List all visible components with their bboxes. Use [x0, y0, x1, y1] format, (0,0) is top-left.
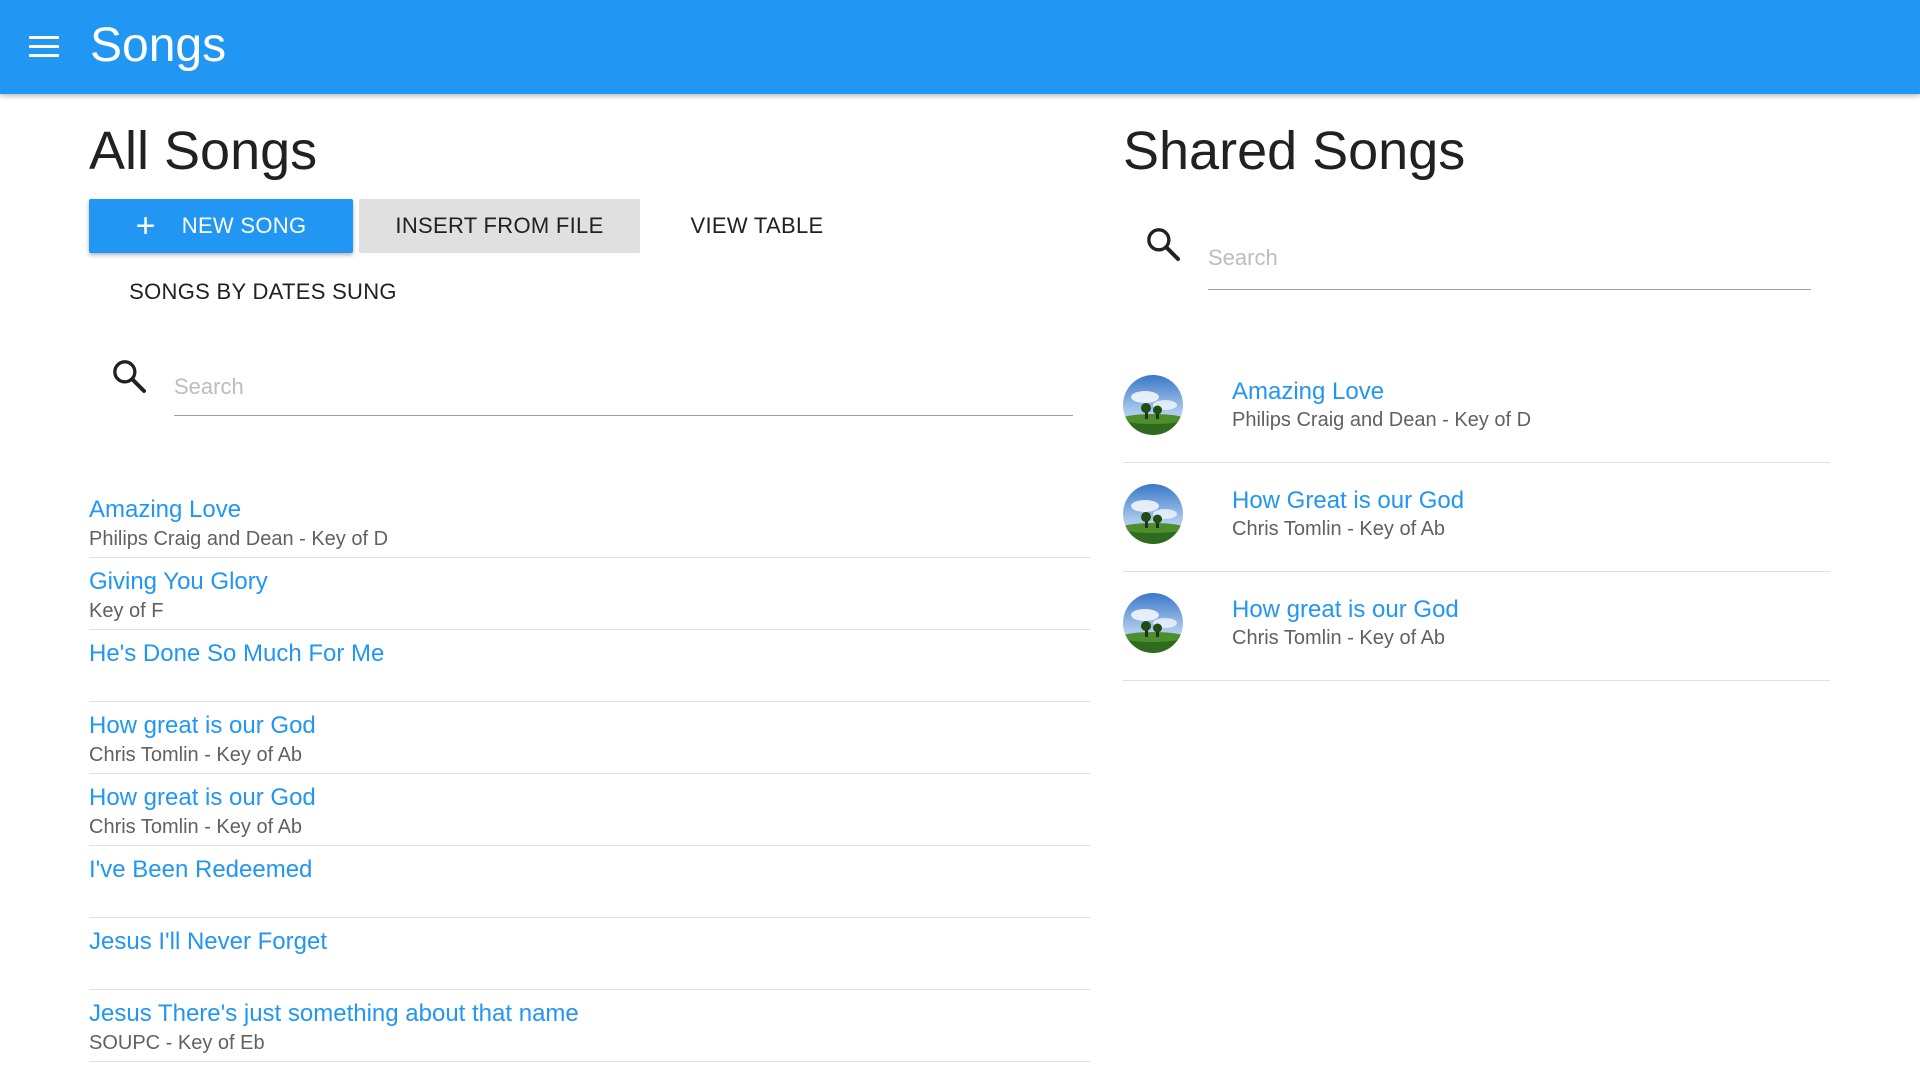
search-icon — [1147, 228, 1180, 261]
app-title: Songs — [90, 19, 227, 72]
view-table-button[interactable]: VIEW TABLE — [671, 199, 843, 253]
song-title[interactable]: How Great is our God — [1232, 487, 1464, 515]
song-avatar — [1123, 593, 1183, 653]
list-item[interactable]: How great is our God Chris Tomlin - Key o… — [89, 774, 1090, 846]
song-title[interactable]: How great is our God — [89, 784, 316, 812]
song-title[interactable]: Giving You Glory — [89, 568, 268, 596]
song-title[interactable]: I've Been Redeemed — [89, 856, 312, 884]
song-title[interactable]: Jesus I'll Never Forget — [89, 928, 327, 956]
shared-songs-search-input[interactable] — [1208, 226, 1811, 290]
song-title[interactable]: He's Done So Much For Me — [89, 640, 384, 668]
song-subtitle: Chris Tomlin - Key of Ab — [89, 816, 303, 838]
search-icon — [113, 360, 146, 393]
list-item[interactable]: How Great is our God Chris Tomlin - Key o… — [1123, 463, 1830, 572]
list-item[interactable]: How great is our God Chris Tomlin - Key o… — [89, 702, 1090, 774]
song-subtitle: SOUPC - Key of Eb — [89, 1032, 265, 1054]
list-item[interactable]: How great is our God Chris Tomlin - Key o… — [1123, 572, 1830, 681]
all-songs-search-input[interactable] — [174, 359, 1073, 416]
song-subtitle: Key of F — [89, 600, 164, 622]
song-title[interactable]: Jesus There's just something about that … — [89, 1000, 579, 1028]
list-item[interactable]: I've Been Redeemed — [89, 846, 1090, 918]
app-bar: Songs — [0, 0, 1920, 94]
list-item[interactable]: He's Done So Much For Me — [89, 630, 1090, 702]
song-avatar — [1123, 484, 1183, 544]
song-subtitle: Philips Craig and Dean - Key of D — [89, 528, 389, 550]
new-song-button[interactable]: + NEW SONG — [89, 199, 353, 253]
song-title[interactable]: How great is our God — [89, 712, 316, 740]
shared-songs-heading: Shared Songs — [1123, 121, 1466, 181]
songs-by-dates-sung-button[interactable]: SONGS BY DATES SUNG — [111, 265, 415, 319]
list-item[interactable]: Giving You Glory Key of F — [89, 558, 1090, 630]
list-item[interactable]: Amazing Love Philips Craig and Dean - Key… — [1123, 354, 1830, 463]
song-subtitle: Chris Tomlin - Key of Ab — [89, 744, 303, 766]
insert-from-file-button[interactable]: INSERT FROM FILE — [359, 199, 640, 253]
song-avatar — [1123, 375, 1183, 435]
new-song-label: NEW SONG — [181, 213, 307, 238]
list-item[interactable]: Amazing Love Philips Craig and Dean - Key… — [89, 486, 1090, 558]
plus-icon: + — [135, 207, 156, 245]
song-title[interactable]: How great is our God — [1232, 596, 1459, 624]
song-subtitle: Chris Tomlin - Key of Ab — [1232, 627, 1446, 649]
song-subtitle: Chris Tomlin - Key of Ab — [1232, 518, 1446, 540]
song-subtitle: Philips Craig and Dean - Key of D — [1232, 409, 1532, 431]
song-title[interactable]: Amazing Love — [1232, 378, 1384, 406]
all-songs-heading: All Songs — [89, 121, 318, 181]
shared-songs-list: Amazing Love Philips Craig and Dean - Key… — [1123, 354, 1830, 681]
list-item[interactable]: Jesus I'll Never Forget — [89, 918, 1090, 990]
list-item[interactable]: Jesus There's just something about that … — [89, 990, 1090, 1062]
song-title[interactable]: Amazing Love — [89, 496, 241, 524]
menu-icon[interactable] — [29, 36, 59, 58]
all-songs-list: Amazing Love Philips Craig and Dean - Key… — [89, 486, 1090, 1062]
